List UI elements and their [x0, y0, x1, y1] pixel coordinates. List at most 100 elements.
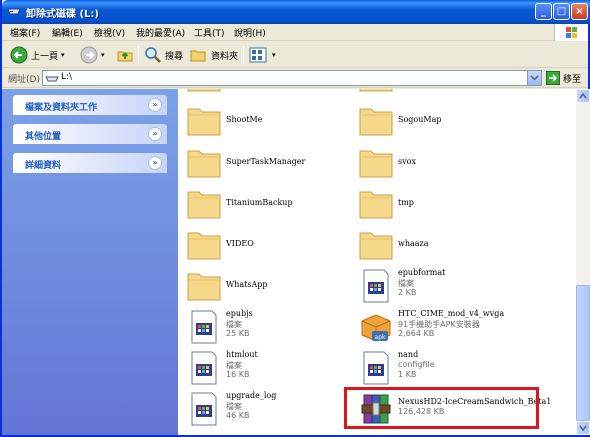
windows-logo-icon [554, 24, 588, 41]
panel-other-places[interactable]: 其他位置 » [13, 124, 167, 144]
document-icon [191, 351, 217, 385]
file-item[interactable]: epubformat 檔案 2 KB [358, 268, 538, 308]
forward-button[interactable]: ▾ [80, 45, 105, 65]
drive-icon [7, 8, 21, 15]
file-item[interactable]: apk HTC_CIME_mod_v4_wvga 91手機助手APK安裝器 2,… [358, 309, 568, 349]
item-name: htmlout [226, 350, 258, 359]
item-name: VIDEO [226, 239, 254, 248]
scroll-up-icon[interactable] [576, 89, 590, 103]
minimize-button[interactable]: _ [535, 3, 552, 20]
folder-item[interactable]: WhatsApp [186, 268, 366, 308]
title-bar[interactable]: 卸除式磁碟 (L:) _ □ × [2, 0, 590, 24]
scroll-down-icon[interactable] [576, 421, 590, 435]
forward-dropdown-icon[interactable]: ▾ [101, 51, 105, 59]
folder-item[interactable]: whaaza [358, 227, 538, 267]
folder-item[interactable]: VIDEO [186, 227, 366, 267]
toolbar-separator [138, 46, 139, 64]
file-item[interactable]: NexusHD2-IceCreamSandwich_Beta1 126,428 … [358, 391, 552, 431]
drive-icon [45, 76, 59, 82]
up-folder-button[interactable] [116, 45, 134, 65]
menu-bar: 檔案(F) 編輯(E) 檢視(V) 我的最愛(A) 工具(T) 說明(H) [2, 24, 588, 41]
menu-file[interactable]: 檔案(F) [10, 26, 40, 39]
item-size: 1 KB [398, 370, 417, 379]
chevron-down-icon[interactable]: » [148, 156, 162, 170]
item-size: 126,428 KB [398, 407, 445, 416]
views-button[interactable]: ▾ [249, 45, 276, 65]
file-item[interactable]: nand configfile 1 KB [358, 350, 538, 390]
address-value: L:\ [61, 72, 73, 82]
back-button[interactable]: 上一頁 ▾ [10, 45, 65, 65]
toolbar: 上一頁 ▾ ▾ 搜尋 資料夾 ▾ [2, 42, 588, 68]
up-folder-icon [117, 51, 133, 62]
item-name: NexusHD2-IceCreamSandwich_Beta1 [398, 397, 552, 406]
item-name: SuperTaskManager [226, 157, 306, 166]
scrollbar-thumb[interactable] [576, 285, 590, 421]
folder-icon [187, 108, 221, 136]
views-dropdown-icon[interactable]: ▾ [272, 51, 276, 59]
folder-item[interactable]: SuperTaskManager [186, 145, 366, 185]
close-button[interactable]: × [571, 3, 588, 20]
address-input[interactable]: L:\ [42, 70, 542, 86]
forward-arrow-icon [80, 46, 98, 64]
item-type: configfile [398, 360, 435, 369]
item-name: nand [398, 350, 419, 359]
folder-icon [359, 232, 393, 260]
panel-title: 詳細資料 [25, 161, 62, 171]
go-arrow-icon [546, 71, 560, 85]
item-name: upgrade_log [226, 391, 277, 400]
item-name: HTC_CIME_mod_v4_wvga [398, 309, 505, 318]
folder-item[interactable]: tmp [358, 186, 538, 226]
search-button[interactable]: 搜尋 [144, 45, 183, 65]
folder-icon [359, 191, 393, 219]
document-icon [191, 310, 217, 344]
document-icon [363, 351, 389, 385]
folder-item[interactable]: TitaniumBackup [186, 186, 366, 226]
folders-button[interactable]: 資料夾 [190, 45, 238, 65]
file-item[interactable]: htmlout 檔案 16 KB [186, 350, 366, 390]
item-size: 2,664 KB [398, 329, 435, 338]
back-dropdown-icon[interactable]: ▾ [61, 51, 65, 59]
task-pane: 檔案及資料夾工作 » 其他位置 » 詳細資料 » [2, 89, 178, 435]
file-item[interactable]: upgrade_log 檔案 46 KB [186, 391, 366, 431]
folders-label: 資料夾 [211, 51, 239, 62]
go-button[interactable]: 移至 [546, 70, 581, 86]
item-name: ShootMe [226, 115, 263, 124]
svg-text:apk: apk [375, 334, 386, 341]
folder-icon [187, 191, 221, 219]
chevron-down-icon[interactable]: » [148, 98, 162, 112]
address-dropdown-icon[interactable] [527, 71, 541, 85]
folder-icon [359, 108, 393, 136]
panel-title: 檔案及資料夾工作 [25, 103, 98, 113]
menu-view[interactable]: 檢視(V) [94, 26, 125, 39]
document-icon [363, 269, 389, 303]
menu-edit[interactable]: 編輯(E) [52, 26, 83, 39]
vertical-scrollbar[interactable] [576, 89, 590, 435]
panel-details[interactable]: 詳細資料 » [13, 153, 167, 173]
folder-item[interactable]: SogouMap [358, 103, 538, 143]
item-name: SogouMap [398, 115, 442, 124]
item-name: whaaza [398, 239, 429, 248]
item-size: 2 KB [398, 288, 417, 297]
menu-help[interactable]: 說明(H) [234, 26, 266, 39]
go-label: 移至 [563, 74, 582, 85]
folders-icon [190, 50, 206, 62]
back-label: 上一頁 [31, 51, 59, 62]
panel-title: 其他位置 [25, 132, 62, 142]
folder-icon [187, 89, 221, 92]
menu-tools[interactable]: 工具(T) [194, 26, 225, 39]
search-label: 搜尋 [165, 51, 184, 62]
menu-favorites[interactable]: 我的最愛(A) [136, 26, 185, 39]
rar-archive-icon [361, 394, 391, 424]
chevron-down-icon[interactable]: » [148, 127, 162, 141]
views-icon [249, 47, 267, 63]
folder-icon [187, 150, 221, 178]
file-item[interactable]: epubjs 檔案 25 KB [186, 309, 366, 349]
item-name: WhatsApp [226, 280, 268, 289]
panel-file-tasks[interactable]: 檔案及資料夾工作 » [13, 95, 167, 115]
maximize-button[interactable]: □ [553, 3, 570, 20]
folder-item[interactable]: svox [358, 145, 538, 185]
folder-item[interactable]: ShootMe [186, 103, 366, 143]
item-name: epubformat [398, 268, 446, 277]
item-name: TitaniumBackup [226, 198, 293, 207]
window-title: 卸除式磁碟 (L:) [26, 9, 99, 20]
